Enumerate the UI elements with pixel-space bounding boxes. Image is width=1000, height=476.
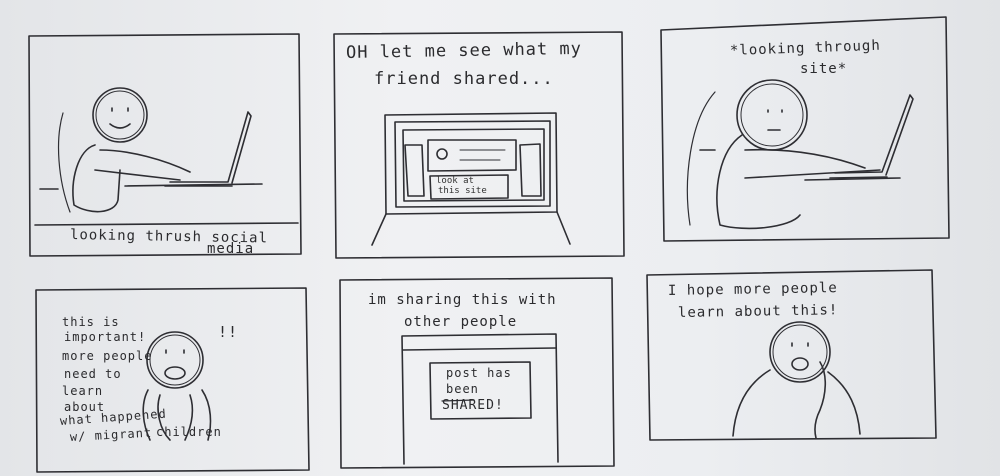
panel-2-caption-line1: OH let me see what my [345, 38, 583, 63]
panel-4-text-line: more people [62, 349, 153, 363]
panel-3-caption-line2: site* [800, 61, 848, 77]
panel-4-person [142, 331, 212, 441]
panel-5-caption-line1: im sharing this with [368, 292, 557, 308]
panel-5-box-line2: been [446, 382, 479, 396]
panel-5-box-line1: post has [446, 366, 512, 380]
panel-2-screen-text-line2: this site [438, 186, 487, 196]
panel-6-caption-line1: I hope more people [667, 280, 838, 299]
panel-6-person [732, 321, 861, 439]
panel-1-person [39, 87, 191, 213]
panel-5-box-line3: SHARED! [442, 398, 504, 413]
storyboard-sheet: looking thrush social media OH let me se… [0, 0, 1000, 476]
panel-3-laptop [804, 94, 914, 181]
panel-4-text-line: need to [64, 367, 122, 381]
panel-1-caption-line2: media [207, 241, 255, 257]
panel-2-frame [333, 31, 625, 259]
panel-5-caption-line2: other people [404, 314, 518, 330]
panel-4-text-line: children [156, 425, 222, 439]
panel-6-caption-line2: learn about this! [677, 302, 839, 321]
panel-1-frame [28, 33, 302, 257]
panel-2-caption-line2: friend shared... [374, 69, 554, 89]
panel-4-text-line: important! [64, 330, 147, 344]
panel-4-text-line: learn [62, 384, 104, 398]
panel-4-exclaim: !! [218, 323, 239, 341]
panel-3-person [686, 79, 881, 230]
panel-4-text-line: this is [62, 315, 120, 329]
